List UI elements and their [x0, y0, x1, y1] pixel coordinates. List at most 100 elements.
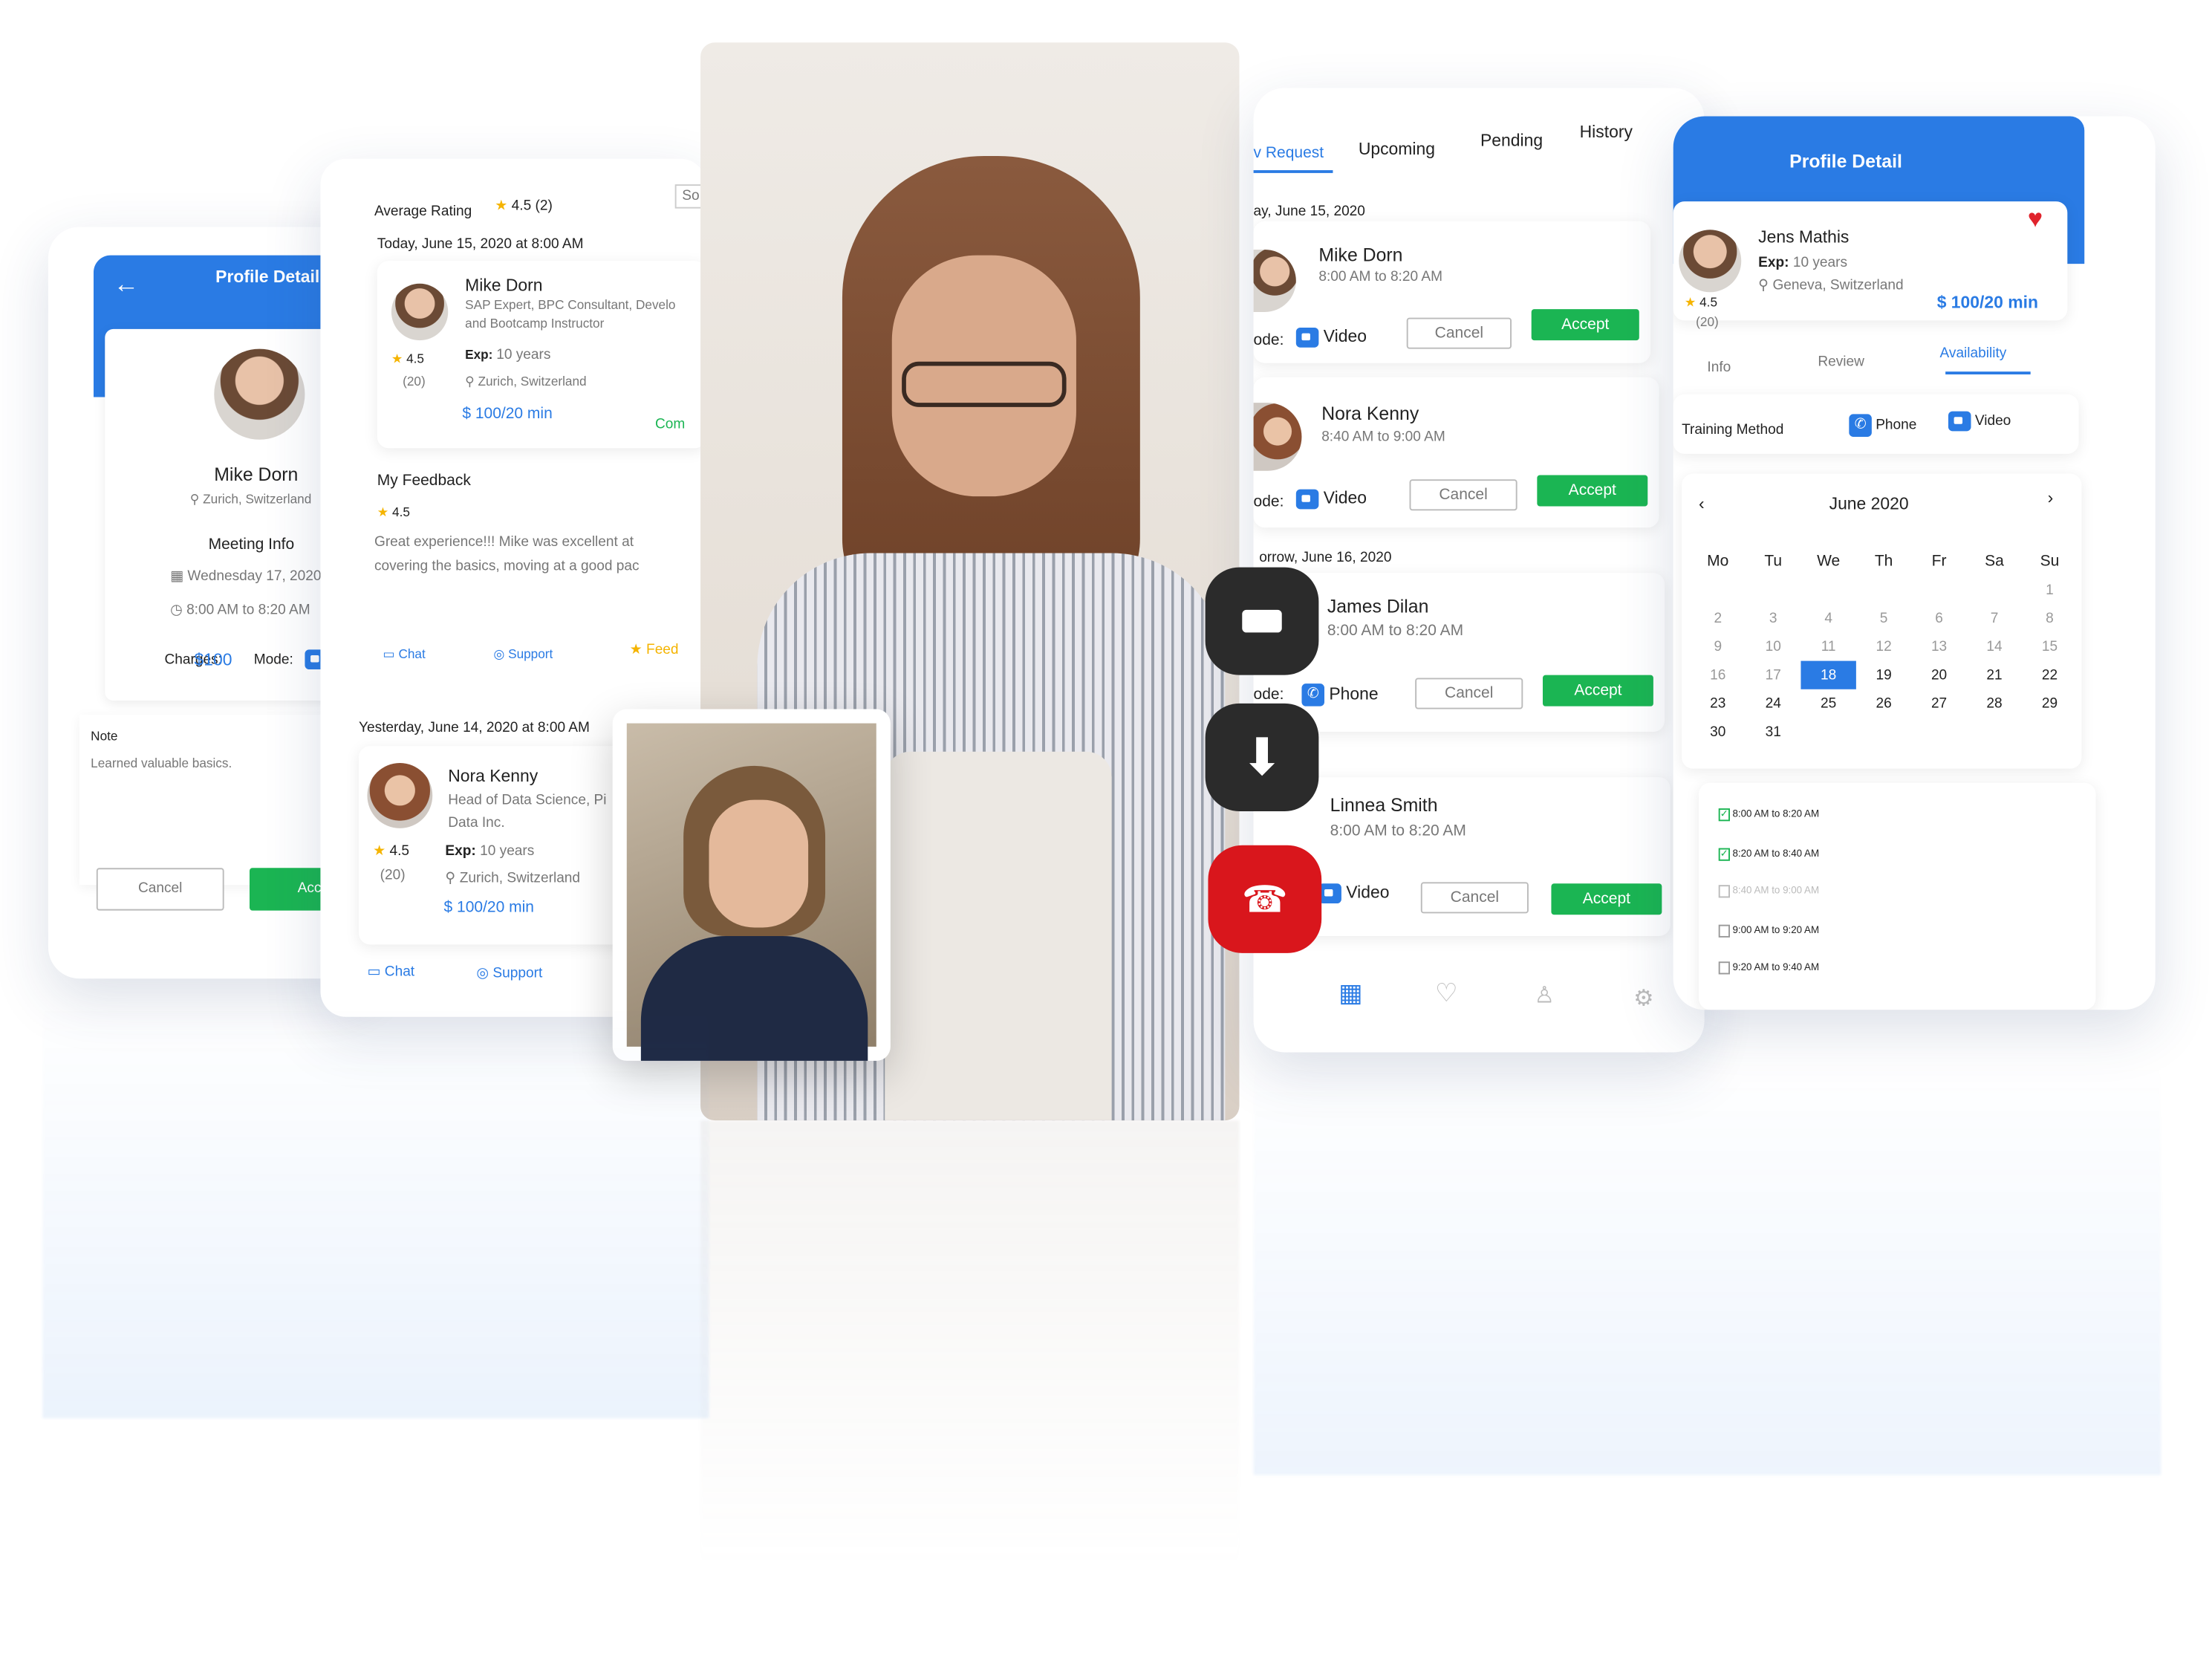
day-cell[interactable]: 9 [1691, 632, 1746, 660]
hang-up-button[interactable]: ☎ [1208, 845, 1322, 953]
day-cell[interactable] [2022, 718, 2077, 746]
date-heading-2: Yesterday, June 14, 2020 at 8:00 AM [358, 720, 590, 736]
day-cell[interactable]: 30 [1691, 718, 1746, 746]
day-cell[interactable] [1800, 576, 1855, 604]
day-cell[interactable]: 28 [1967, 689, 2022, 718]
day-cell[interactable]: 11 [1800, 632, 1855, 660]
calendar-nav-icon[interactable]: ▦ [1338, 978, 1362, 1008]
day-cell[interactable] [1856, 718, 1911, 746]
cancel-button[interactable]: Cancel [96, 868, 224, 911]
accept-button[interactable]: Accept [1531, 309, 1639, 341]
day-cell[interactable]: 2 [1691, 604, 1746, 632]
week-row: 2345678 [1691, 604, 2078, 632]
day-cell[interactable]: 20 [1911, 661, 1966, 689]
tab-request[interactable]: v Request [1254, 145, 1324, 162]
day-cell[interactable]: 26 [1856, 689, 1911, 718]
heart-nav-icon[interactable]: ♡ [1435, 978, 1458, 1008]
weekday: We [1817, 553, 1841, 571]
day-cell[interactable] [1800, 718, 1855, 746]
user-nav-icon[interactable]: ♙ [1535, 981, 1555, 1010]
cancel-button[interactable]: Cancel [1420, 882, 1529, 914]
support-button[interactable]: ◎ Support [476, 966, 542, 981]
day-cell[interactable]: 16 [1691, 661, 1746, 689]
support-button[interactable]: ◎ Support [493, 647, 553, 663]
star-icon: ★ [629, 642, 643, 658]
status-badge: Com [654, 417, 686, 433]
chat-button[interactable]: ▭ Chat [383, 647, 425, 663]
favorite-heart-icon[interactable]: ♥ [2028, 204, 2043, 234]
day-cell[interactable]: 21 [1967, 661, 2022, 689]
next-month-chevron-icon[interactable]: › [2048, 488, 2054, 508]
cancel-button[interactable]: Cancel [1415, 678, 1523, 709]
day-cell[interactable]: 8 [2022, 604, 2077, 632]
experience: Exp: 10 years [445, 843, 535, 860]
tab-info[interactable]: Info [1707, 360, 1731, 376]
checkbox-icon[interactable]: ✓ [1718, 961, 1730, 975]
day-cell[interactable]: 3 [1746, 604, 1800, 632]
video-toggle-button[interactable] [1205, 567, 1319, 675]
accept-button[interactable]: Accept [1551, 883, 1662, 915]
day-cell[interactable]: 24 [1746, 689, 1800, 718]
day-cell[interactable]: 17 [1746, 661, 1800, 689]
day-cell[interactable] [1911, 718, 1966, 746]
time-slot[interactable]: ✓ 9:00 AM to 9:20 AM [1718, 924, 1819, 938]
day-cell[interactable]: 19 [1856, 661, 1911, 689]
download-button[interactable]: ⬇ [1205, 703, 1319, 811]
hang-up-icon: ☎ [1241, 877, 1288, 920]
day-cell[interactable] [1911, 576, 1966, 604]
accept-button[interactable]: Accept [1537, 475, 1648, 507]
cancel-button[interactable]: Cancel [1406, 317, 1512, 349]
day-cell[interactable]: 27 [1911, 689, 1966, 718]
checkbox-checked-icon[interactable]: ✓ [1718, 848, 1730, 861]
tab-review[interactable]: Review [1818, 354, 1864, 370]
time-slot[interactable]: ✓ 8:20 AM to 8:40 AM [1718, 848, 1819, 861]
time-slot[interactable]: ✓ 8:40 AM to 9:00 AM [1718, 885, 1819, 898]
avatar [214, 348, 305, 440]
feedback-button[interactable]: ★ Feed [630, 643, 679, 658]
day-cell[interactable] [1856, 576, 1911, 604]
day-cell[interactable]: 12 [1856, 632, 1911, 660]
day-cell[interactable] [1967, 576, 2022, 604]
day-cell[interactable]: 25 [1800, 689, 1855, 718]
day-cell[interactable]: 6 [1911, 604, 1966, 632]
rating: ★ 4.5 [1684, 295, 1718, 310]
phone-option[interactable]: ✆ Phone [1849, 414, 1916, 437]
day-cell[interactable] [1691, 576, 1746, 604]
gear-nav-icon[interactable]: ⚙ [1633, 984, 1653, 1013]
weekday-row: Mo Tu We Th Fr Sa Su [1691, 548, 2078, 576]
checkbox-icon[interactable]: ✓ [1718, 924, 1730, 938]
tab-history[interactable]: History [1580, 122, 1633, 142]
day-cell[interactable]: 29 [2022, 689, 2077, 718]
time-slot[interactable]: ✓ 8:00 AM to 8:20 AM [1718, 808, 1819, 822]
weekday: Mo [1707, 553, 1729, 571]
day-cell[interactable]: 7 [1967, 604, 2022, 632]
tab-pending[interactable]: Pending [1480, 131, 1543, 151]
checkbox-checked-icon[interactable]: ✓ [1718, 808, 1730, 822]
day-cell[interactable]: 1 [2022, 576, 2077, 604]
tab-availability[interactable]: Availability [1940, 346, 2007, 362]
day-cell[interactable]: 14 [1967, 632, 2022, 660]
day-cell[interactable]: 5 [1856, 604, 1911, 632]
cancel-button[interactable]: Cancel [1409, 479, 1518, 511]
prev-month-chevron-icon[interactable]: ‹ [1699, 493, 1705, 513]
day-cell[interactable] [1967, 718, 2022, 746]
chat-button[interactable]: ▭ Chat [367, 964, 414, 980]
week-row: 1 [1691, 576, 2078, 604]
day-cell[interactable]: 13 [1911, 632, 1966, 660]
day-cell-selected[interactable]: 18 [1800, 660, 1856, 689]
day-cell[interactable]: 31 [1746, 718, 1800, 746]
weekday: Su [2040, 553, 2060, 571]
time-slot[interactable]: ✓ 9:20 AM to 9:40 AM [1718, 961, 1819, 975]
day-cell[interactable] [1746, 576, 1800, 604]
video-option[interactable]: Video [1948, 411, 2011, 432]
day-cell[interactable]: 23 [1691, 689, 1746, 718]
day-cell[interactable]: 15 [2022, 632, 2077, 660]
day-cell[interactable]: 22 [2022, 661, 2077, 689]
back-arrow-icon[interactable]: ← [114, 270, 139, 299]
tab-upcoming[interactable]: Upcoming [1359, 139, 1435, 159]
checkbox-icon[interactable]: ✓ [1718, 885, 1730, 898]
accept-button[interactable]: Accept [1542, 675, 1653, 707]
active-tab-underline [1253, 170, 1333, 173]
day-cell[interactable]: 10 [1746, 632, 1800, 660]
day-cell[interactable]: 4 [1800, 604, 1855, 632]
